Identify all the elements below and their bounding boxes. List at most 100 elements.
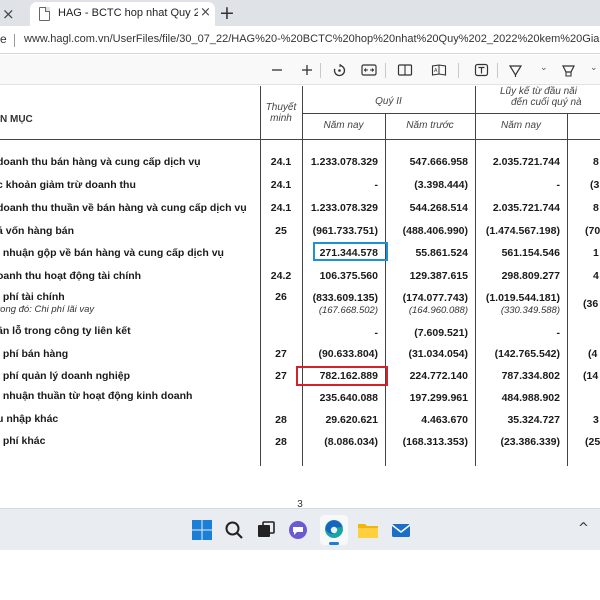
tab-title: HAG - BCTC hop nhat Quy 2_202 [58, 7, 198, 19]
header-q2-last-year: Năm trước [406, 120, 454, 131]
row-note: 27 [275, 348, 287, 360]
cell-q2-this: 29.620.621 [325, 414, 378, 426]
cell-q2-last: 544.268.514 [409, 202, 468, 214]
cell-q2-this: (90.633.804) [318, 348, 378, 360]
row-note: 24.1 [270, 179, 292, 191]
cell-q2-this-sub: (167.668.502) [318, 305, 378, 316]
tab-active[interactable]: HAG - BCTC hop nhat Quy 2_202 × [30, 2, 215, 26]
header-q2-this-year: Năm nay [323, 120, 364, 131]
cell-ytd-cut: 1 [593, 247, 599, 259]
row-label: i phí bán hàng [0, 348, 69, 360]
highlight-icon[interactable] [559, 61, 577, 79]
table-grid-line [567, 113, 568, 466]
file-explorer-icon[interactable] [356, 518, 380, 542]
cell-q2-this: - [374, 327, 379, 339]
new-tab-button[interactable]: + [219, 2, 235, 24]
cell-ytd-this: 298.809.277 [501, 270, 560, 282]
row-note: 28 [275, 436, 287, 448]
cell-q2-last-sub: (164.960.088) [408, 305, 468, 316]
row-label: doanh thu thuần về bán hàng và cung cấp … [0, 202, 247, 214]
rotate-icon[interactable] [330, 61, 348, 79]
row-note: 24.1 [270, 202, 292, 214]
table-grid-line [302, 113, 475, 114]
cell-ytd-cut: (25 [585, 436, 600, 448]
cell-ytd-this: 2.035.721.744 [492, 156, 560, 168]
pdf-toolbar: A ⌄ ⌄ [0, 55, 600, 85]
table-grid-line [475, 113, 600, 114]
chevron-down-icon[interactable]: ⌄ [540, 63, 548, 73]
document-favicon-icon [39, 7, 50, 21]
read-aloud-icon[interactable]: A [430, 61, 448, 79]
search-icon[interactable] [222, 518, 246, 542]
cell-ytd-cut: 8 [593, 202, 599, 214]
cell-ytd-this: - [556, 327, 561, 339]
cell-ytd-this: 787.334.802 [501, 370, 560, 382]
cell-q2-last: (31.034.054) [408, 348, 468, 360]
cell-q2-last: 55.861.524 [415, 247, 468, 259]
row-label: u nhập khác [0, 413, 59, 425]
cell-q2-this: (961.733.751) [312, 225, 378, 237]
tab-close-icon[interactable]: × [200, 5, 211, 20]
row-note: 24.2 [270, 270, 292, 282]
teams-chat-icon[interactable] [286, 518, 310, 542]
toolbar-divider [385, 63, 386, 78]
chevron-down-icon[interactable]: ⌄ [590, 63, 598, 73]
red-highlight-box [296, 366, 388, 386]
show-hidden-icons-icon[interactable]: ^ [578, 521, 589, 536]
cell-q2-this: (8.086.034) [324, 436, 378, 448]
cell-q2-last: (7.609.521) [414, 327, 468, 339]
active-app-indicator [329, 542, 339, 545]
header-note: Thuyết minh [265, 102, 297, 124]
cell-ytd-cut: 4 [593, 270, 599, 282]
cell-ytd-this: 484.988.902 [501, 392, 560, 404]
row-label: i phí quản lý doanh nghiệp [0, 370, 130, 382]
minus-icon[interactable] [268, 61, 286, 79]
pdf-viewer[interactable]: N MỤC Thuyết minh Quý II Năm nay Năm trư… [0, 86, 600, 508]
text-box-icon[interactable] [472, 61, 490, 79]
header-ytd-2: đến cuối quý nà [511, 97, 582, 108]
table-grid-line [0, 139, 600, 140]
cell-q2-last: 129.387.615 [409, 270, 468, 282]
edge-browser-icon[interactable] [320, 515, 348, 545]
cell-ytd-cut: (3 [590, 179, 600, 191]
header-ytd-this-year: Năm nay [500, 120, 541, 131]
cell-q2-last: (168.313.353) [402, 436, 468, 448]
address-divider [14, 34, 15, 47]
fit-width-icon[interactable] [360, 61, 378, 79]
toolbar-divider [320, 63, 321, 78]
mail-icon[interactable] [389, 518, 413, 542]
previous-tab-close-icon[interactable]: × [2, 5, 15, 23]
address-bar-left-fragment: e [0, 32, 7, 46]
pdf-page: N MỤC Thuyết minh Quý II Năm nay Năm trư… [0, 86, 600, 508]
cell-ytd-this: (23.386.339) [500, 436, 560, 448]
draw-icon[interactable] [506, 61, 524, 79]
blank-area [0, 550, 600, 600]
cell-q2-last: (488.406.990) [402, 225, 468, 237]
row-label: i phí khác [0, 435, 46, 447]
two-page-icon[interactable] [396, 61, 414, 79]
task-view-icon[interactable] [254, 518, 278, 542]
cell-ytd-this: (1.019.544.181) [485, 292, 560, 304]
header-ytd-1: Lũy kế từ đầu năi [500, 86, 577, 97]
row-sub-label: rong đó: Chi phí lãi vay [0, 304, 95, 315]
plus-icon[interactable] [298, 61, 316, 79]
cell-ytd-cut: (36 [583, 298, 599, 310]
cell-ytd-this: 2.035.721.744 [492, 202, 560, 214]
header-item: N MỤC [0, 114, 33, 125]
cell-ytd-cut: (14 [583, 370, 599, 382]
row-note: 27 [275, 370, 287, 382]
windows-start-icon[interactable] [190, 518, 214, 542]
cell-q2-last: 547.666.958 [409, 156, 468, 168]
row-note: 26 [275, 291, 287, 303]
previous-tab-edge[interactable]: × [0, 4, 20, 26]
table-grid-line [260, 86, 261, 466]
url-text[interactable]: www.hagl.com.vn/UserFiles/file/30_07_22/… [24, 33, 600, 45]
header-q2: Quý II [375, 96, 402, 107]
table-grid-line [302, 86, 303, 466]
row-label: doanh thu bán hàng và cung cấp dịch vụ [0, 156, 201, 168]
row-label: c khoản giảm trừ doanh thu [0, 179, 136, 191]
cell-q2-this: 106.375.560 [319, 270, 378, 282]
taskbar: ^ [0, 508, 600, 550]
toolbar-divider [458, 63, 459, 78]
cell-ytd-this: (1.474.567.198) [485, 225, 560, 237]
